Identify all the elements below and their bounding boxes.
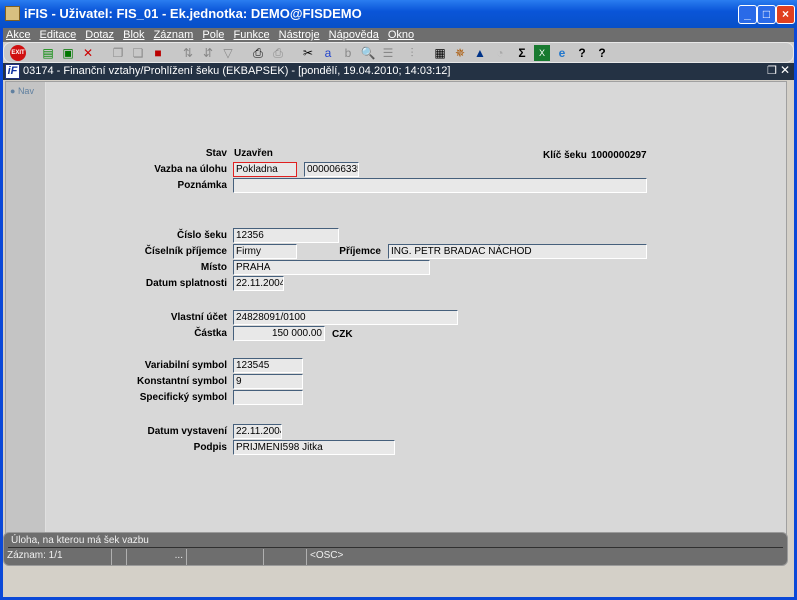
mena-value: CZK: [332, 329, 353, 340]
ss-label: Specifický symbol: [139, 392, 227, 403]
paste-text-icon[interactable]: b: [340, 45, 356, 61]
ie-icon[interactable]: e: [554, 45, 570, 61]
cislo-label: Číslo šeku: [176, 230, 227, 241]
menu-napoveda[interactable]: Nápověda: [329, 29, 379, 41]
status-segment: [264, 549, 307, 565]
menu-bar: Akce Editace Dotaz Blok Záznam Pole Funk…: [3, 28, 794, 42]
menu-nastroje[interactable]: Nástroje: [279, 29, 320, 41]
maximize-button[interactable]: □: [757, 5, 776, 24]
stav-label: Stav: [205, 148, 227, 159]
splatnost-label: Datum splatnosti: [145, 278, 227, 289]
castka-field[interactable]: 150 000.00: [233, 326, 325, 341]
podpis-field[interactable]: PRIJMENI598 Jitka: [233, 440, 395, 455]
vystaveni-field[interactable]: 22.11.2004: [233, 424, 282, 439]
status-hint: Úloha, na kterou má šek vazbu: [8, 534, 783, 548]
inner-title-text: 03174 - Finanční vztahy/Prohlížení šeku …: [23, 65, 451, 77]
exit-icon[interactable]: EXIT: [10, 45, 26, 61]
search-icon[interactable]: 🔍: [360, 45, 376, 61]
menu-funkce[interactable]: Funkce: [233, 29, 269, 41]
menu-akce[interactable]: Akce: [6, 29, 30, 41]
list-icon[interactable]: ☰: [380, 45, 396, 61]
toolbar: EXIT ▤ ▣ ✕ ❐ ❏ ■ ⇅ ⇵ ▽ ⎙ ⎙ ✂ a b 🔍 ☰ ⫶ ▦…: [3, 42, 794, 63]
poznamka-label: Poznámka: [177, 180, 227, 191]
status-bar: Úloha, na kterou má šek vazbu Záznam: 1/…: [3, 532, 788, 566]
ifis-logo-icon: iF: [5, 64, 20, 79]
sum-icon[interactable]: Σ: [514, 45, 530, 61]
excel-icon[interactable]: X: [534, 45, 550, 61]
print-setup-icon[interactable]: ⎙: [270, 45, 286, 61]
ks-label: Konstantní symbol: [136, 376, 227, 387]
menu-editace[interactable]: Editace: [40, 29, 77, 41]
poznamka-field[interactable]: [233, 178, 647, 193]
splatnost-field[interactable]: 22.11.2004: [233, 276, 284, 291]
cut-icon[interactable]: ✂: [300, 45, 316, 61]
podpis-label: Podpis: [193, 442, 227, 453]
vazba-label: Vazba na úlohu: [154, 164, 227, 175]
inner-close-icon[interactable]: ✕: [780, 63, 790, 77]
print-icon[interactable]: ⎙: [250, 45, 266, 61]
castka-label: Částka: [194, 328, 227, 339]
save-icon[interactable]: ▣: [60, 45, 76, 61]
tree-icon[interactable]: ▲: [472, 45, 488, 61]
restore-icon[interactable]: ❐: [767, 64, 777, 77]
menu-blok[interactable]: Blok: [123, 29, 144, 41]
ucet-field[interactable]: 24828091/0100: [233, 310, 458, 325]
ks-field[interactable]: 9: [233, 374, 303, 389]
ss-field[interactable]: [233, 390, 303, 405]
settings-icon[interactable]: ✵: [452, 45, 468, 61]
export-icon[interactable]: ▦: [432, 45, 448, 61]
close-button[interactable]: ×: [776, 5, 795, 24]
paste-icon[interactable]: ❏: [130, 45, 146, 61]
menu-okno[interactable]: Okno: [388, 29, 414, 41]
status-segment: [112, 549, 127, 565]
status-segment: [187, 549, 264, 565]
prijemce-field[interactable]: ING. PETR BRADAC NÁCHOD: [388, 244, 647, 259]
klic-value: 1000000297: [591, 150, 647, 161]
minimize-button[interactable]: _: [738, 5, 757, 24]
clear-icon[interactable]: ■: [150, 45, 166, 61]
sort-desc-icon[interactable]: ⇵: [200, 45, 216, 61]
misto-field[interactable]: PRAHA: [233, 260, 430, 275]
sort-asc-icon[interactable]: ⇅: [180, 45, 196, 61]
prijemce-label: Příjemce: [339, 246, 381, 257]
insert-record-icon[interactable]: ▤: [40, 45, 56, 61]
status-mode: <OSC>: [310, 550, 344, 561]
stav-value: Uzavřen: [234, 148, 273, 159]
menu-pole[interactable]: Pole: [202, 29, 224, 41]
vs-field[interactable]: 123545: [233, 358, 303, 373]
columns-icon[interactable]: ⫶: [404, 45, 420, 61]
context-help-icon[interactable]: ?: [594, 45, 610, 61]
inner-window-title: iF 03174 - Finanční vztahy/Prohlížení še…: [3, 63, 794, 80]
app-icon: [5, 6, 20, 21]
delete-record-icon[interactable]: ✕: [80, 45, 96, 61]
clock-icon[interactable]: ◔: [492, 45, 508, 61]
filter-icon[interactable]: ▽: [220, 45, 236, 61]
misto-label: Místo: [200, 262, 227, 273]
record-counter: Záznam: 1/1: [4, 549, 112, 565]
klic-label: Klíč šeku: [543, 150, 587, 161]
vazba-cislo-field[interactable]: 0000066335: [304, 162, 359, 177]
window-title: iFIS - Uživatel: FIS_01 - Ek.jednotka: D…: [24, 6, 362, 21]
status-dots: ...: [127, 549, 187, 565]
menu-zaznam[interactable]: Záznam: [154, 29, 194, 41]
help-icon[interactable]: ?: [574, 45, 590, 61]
window-title-bar: iFIS - Uživatel: FIS_01 - Ek.jednotka: D…: [0, 0, 797, 28]
nav-label[interactable]: Nav: [18, 86, 34, 96]
menu-dotaz[interactable]: Dotaz: [85, 29, 114, 41]
vazba-field[interactable]: Pokladna: [233, 162, 297, 177]
cislo-field[interactable]: 12356: [233, 228, 339, 243]
vs-label: Variabilní symbol: [144, 360, 227, 371]
copy-icon[interactable]: ❐: [110, 45, 126, 61]
vystaveni-label: Datum vystavení: [147, 426, 227, 437]
ucet-label: Vlastní účet: [170, 312, 227, 323]
copy-text-icon[interactable]: a: [320, 45, 336, 61]
